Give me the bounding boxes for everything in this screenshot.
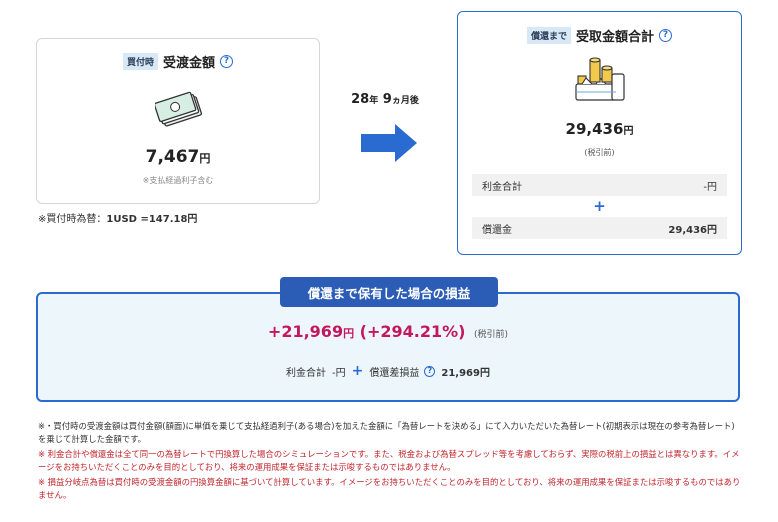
- purchase-fx-rate-note: ※買付時為替：1USD =147.18円: [38, 210, 197, 225]
- profit-loss-title: 償還まで保有した場合の損益: [280, 277, 498, 307]
- fx-gain-label: 償還差損益: [369, 367, 420, 379]
- profit-percent: (+294.21%): [359, 322, 466, 341]
- breakdown-interest-value: -円: [332, 367, 346, 379]
- help-icon[interactable]: ?: [659, 29, 673, 42]
- holding-months-unit: ヵ月後: [391, 96, 419, 106]
- banknotes-icon: [155, 91, 203, 127]
- plus-icon: +: [593, 197, 606, 215]
- profit-breakdown: 利金合計 -円 + 償還差損益 ? 21,969円: [38, 363, 738, 379]
- holding-months: 9: [382, 92, 392, 107]
- footnote-simulation: ※ 利金合計や償還金は全て同一の為替レートで円換算した場合のシミュレーションです…: [38, 449, 740, 473]
- help-icon[interactable]: ?: [220, 55, 234, 68]
- footnote-breakeven-fx: ※ 損益分岐点為替は買付時の受渡金額の円換算金額に基づいて計算しています。イメー…: [38, 477, 741, 501]
- holding-years: 28: [351, 92, 370, 107]
- total-received-title: 受取金額合計: [576, 30, 655, 45]
- interest-total-row: 利金合計 -円: [472, 174, 727, 196]
- footnote-purchase-amount: ※・買付時の受渡金額は買付金額(額面)に単価を乗じて支払経過利子(ある場合)を加…: [38, 421, 735, 445]
- profit-tax-note: (税引前): [474, 330, 509, 340]
- total-received-amount: 29,436円: [458, 120, 741, 138]
- redemption-value: 29,436円: [668, 224, 717, 236]
- purchase-amount-header: 買付時 受渡金額 ?: [37, 52, 319, 71]
- holding-period: 28年 9ヵ月後: [330, 92, 440, 107]
- redemption-tag: 償還まで: [526, 27, 571, 44]
- fx-rate-value: 1USD =147.18円: [106, 214, 198, 225]
- total-received-value: 29,436: [565, 120, 624, 138]
- fx-gain-value: 21,969円: [441, 367, 490, 379]
- arrow-right-icon: [361, 124, 417, 162]
- purchase-amount-value: 7,467: [145, 147, 200, 167]
- profit-value: +21,969: [267, 322, 344, 341]
- purchase-amount: 7,467円: [37, 147, 319, 167]
- coins-and-bags-icon: [575, 57, 625, 101]
- redemption-label: 償還金: [482, 224, 512, 236]
- holding-years-unit: 年: [369, 96, 379, 106]
- purchase-tag: 買付時: [122, 53, 158, 70]
- footnotes: ※・買付時の受渡金額は買付金額(額面)に単価を乗じて支払経過利子(ある場合)を加…: [38, 420, 742, 504]
- profit-unit: 円: [343, 327, 355, 340]
- total-received-card: 償還まで 受取金額合計 ? 29,436円 (税引前) 利金合計 -円 + 償還…: [457, 11, 742, 255]
- profit-loss-box: +21,969円 (+294.21%) (税引前) 利金合計 -円 + 償還差損…: [36, 292, 740, 402]
- accrued-interest-note: ※支払経過利子含む: [142, 176, 214, 185]
- plus-icon: +: [351, 363, 364, 379]
- total-received-unit: 円: [623, 126, 634, 137]
- total-received-header: 償還まで 受取金額合計 ?: [458, 26, 741, 45]
- interest-total-label: 利金合計: [482, 181, 522, 193]
- pre-tax-note: (税引前): [584, 148, 615, 157]
- purchase-amount-card: 買付時 受渡金額 ? 7,467円 ※支払経過利子含む: [36, 38, 320, 204]
- interest-total-value: -円: [703, 181, 717, 193]
- redemption-row: 償還金 29,436円: [472, 217, 727, 239]
- purchase-amount-unit: 円: [199, 152, 211, 165]
- fx-rate-prefix: ※買付時為替：: [38, 214, 107, 225]
- profit-loss-line: +21,969円 (+294.21%) (税引前): [38, 322, 738, 341]
- breakdown-interest-label: 利金合計: [286, 367, 327, 379]
- help-icon[interactable]: ?: [424, 365, 436, 377]
- purchase-amount-title: 受渡金額: [163, 56, 216, 71]
